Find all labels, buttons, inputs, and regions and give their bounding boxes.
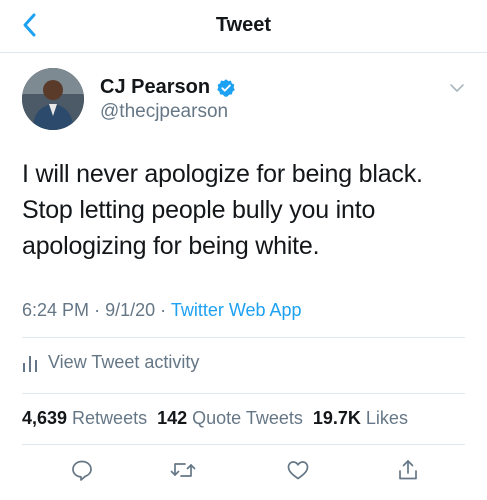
tweet-time: 6:24 PM <box>22 300 90 320</box>
top-bar: Tweet <box>0 0 487 53</box>
quote-tweets-label: Quote Tweets <box>192 408 303 428</box>
retweets-count: 4,639 <box>22 408 68 428</box>
bar-chart-icon <box>23 355 37 372</box>
quote-tweets-stat[interactable]: 142 Quote Tweets <box>157 408 303 429</box>
author-name-row: CJ Pearson <box>100 76 236 99</box>
chevron-down-icon <box>450 84 464 92</box>
more-options-button[interactable] <box>445 78 469 98</box>
tweet-date: 9/1/20 <box>105 300 156 320</box>
heart-icon <box>287 461 309 480</box>
divider <box>22 444 465 445</box>
likes-count: 19.7K <box>312 408 361 428</box>
share-button[interactable] <box>394 456 422 484</box>
like-button[interactable] <box>284 456 312 484</box>
author-name[interactable]: CJ Pearson <box>100 76 210 99</box>
divider <box>22 393 465 394</box>
retweet-icon <box>170 463 196 477</box>
meta-separator: · <box>94 300 101 320</box>
retweet-button[interactable] <box>169 456 197 484</box>
reply-icon <box>72 460 92 481</box>
avatar-image <box>22 68 84 130</box>
quote-tweets-count: 142 <box>157 408 188 428</box>
divider <box>22 337 465 338</box>
page-title: Tweet <box>215 14 272 36</box>
tweet-meta: 6:24 PM · 9/1/20 · Twitter Web App <box>22 300 302 321</box>
retweets-stat[interactable]: 4,639 Retweets <box>22 408 147 429</box>
tweet-text: I will never apologize for being black. … <box>22 160 423 260</box>
tweet-source-link[interactable]: Twitter Web App <box>171 300 302 320</box>
meta-separator: · <box>160 300 167 320</box>
share-icon <box>399 460 417 480</box>
reply-button[interactable] <box>68 456 96 484</box>
retweets-label: Retweets <box>72 408 148 428</box>
verified-badge-icon <box>217 78 235 97</box>
author-handle[interactable]: @thecjpearson <box>100 101 228 123</box>
likes-stat[interactable]: 19.7K Likes <box>313 408 408 429</box>
tweet-actions <box>0 452 487 488</box>
avatar[interactable] <box>22 68 84 130</box>
view-activity-label: View Tweet activity <box>48 352 200 372</box>
tweet-stats: 4,639 Retweets 142 Quote Tweets 19.7K Li… <box>22 408 408 429</box>
likes-label: Likes <box>365 408 408 428</box>
view-activity-button[interactable]: View Tweet activity <box>22 352 199 373</box>
